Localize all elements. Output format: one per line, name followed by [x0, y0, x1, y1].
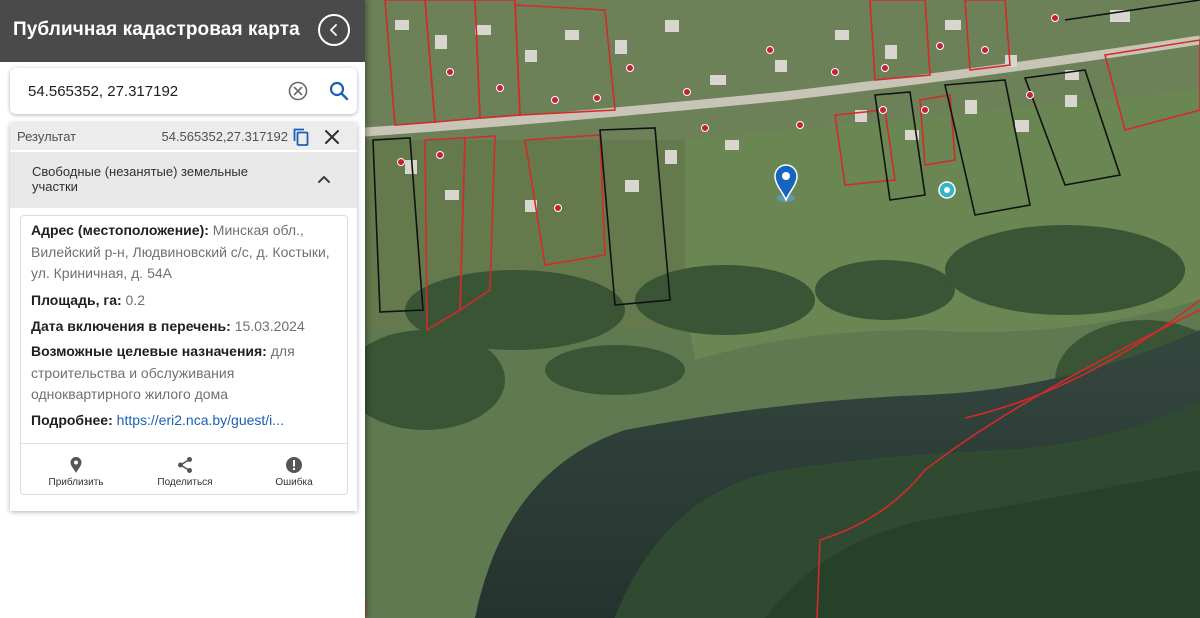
chevron-left-icon [330, 24, 337, 36]
map-poi-icon[interactable] [938, 181, 956, 199]
copy-icon[interactable] [291, 127, 311, 147]
error-label: Ошибка [275, 477, 313, 488]
search-box [10, 68, 357, 114]
search-icon[interactable] [328, 80, 350, 102]
result-label: Результат [17, 129, 77, 144]
map-pin-icon[interactable] [774, 164, 798, 203]
share-button[interactable]: Поделиться [140, 456, 230, 492]
more-key: Подробнее: [31, 412, 113, 428]
divider [21, 443, 347, 444]
purpose-field: Возможные целевые назначения: для строит… [31, 341, 337, 406]
address-key: Адрес (местоположение): [31, 222, 209, 238]
error-icon [286, 457, 302, 473]
result-card: Результат 54.565352,27.317192 Свободные … [10, 123, 357, 511]
collapse-sidebar-button[interactable] [318, 14, 350, 46]
address-field: Адрес (местоположение): Минская обл., Ви… [31, 220, 337, 285]
category-label: Свободные (незанятые) земельные участки [32, 164, 248, 194]
app-title: Публичная кадастровая карта [13, 19, 300, 40]
zoom-label: Приблизить [48, 477, 104, 488]
area-value: 0.2 [125, 292, 146, 308]
more-link[interactable]: https://eri2.nca.by/guest/i... [117, 412, 284, 428]
location-pin-icon [70, 457, 82, 473]
date-field: Дата включения в перечень: 15.03.2024 [31, 316, 337, 338]
close-icon[interactable] [323, 128, 341, 146]
result-coordinates: 54.565352,27.317192 [161, 129, 288, 144]
parcel-info-box: Адрес (местоположение): Минская обл., Ви… [20, 215, 348, 495]
category-toggle[interactable]: Свободные (незанятые) земельные участки [10, 152, 357, 208]
search-input[interactable] [28, 80, 278, 102]
chevron-up-icon [318, 176, 330, 183]
area-key: Площадь, га: [31, 292, 122, 308]
date-value: 15.03.2024 [234, 318, 305, 334]
share-label: Поделиться [157, 477, 213, 488]
area-field: Площадь, га: 0.2 [31, 290, 337, 312]
sidebar-panel: Публичная кадастровая карта Результат 54… [0, 0, 365, 618]
date-key: Дата включения в перечень: [31, 318, 231, 334]
zoom-button[interactable]: Приблизить [31, 456, 121, 492]
report-error-button[interactable]: Ошибка [249, 456, 339, 492]
result-header: Результат 54.565352,27.317192 [10, 123, 357, 150]
satellite-map[interactable] [365, 0, 1200, 618]
more-field: Подробнее: https://eri2.nca.by/guest/i..… [31, 410, 337, 432]
purpose-key: Возможные целевые назначения: [31, 343, 267, 359]
clear-circle-icon[interactable] [288, 81, 308, 101]
share-icon [178, 457, 192, 473]
sidebar-header: Публичная кадастровая карта [0, 0, 365, 62]
